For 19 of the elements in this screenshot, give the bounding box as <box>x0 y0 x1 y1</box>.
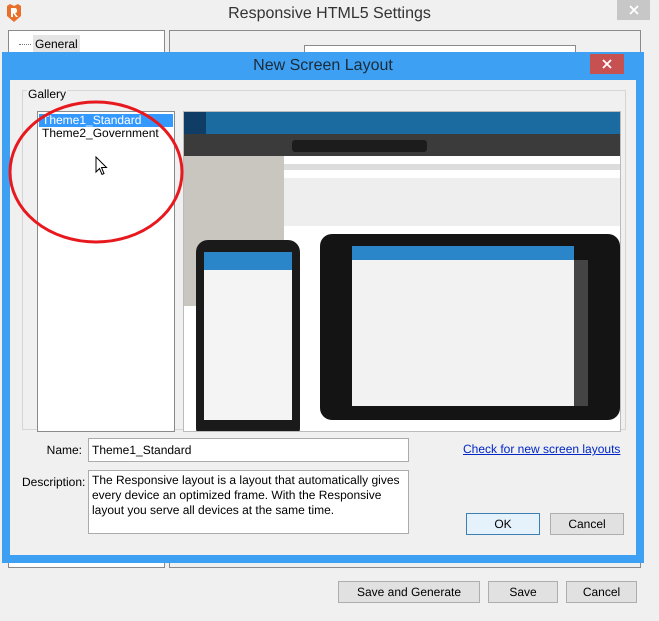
dialog-button[interactable]: OK <box>466 513 540 535</box>
app-logo-icon <box>6 3 22 22</box>
field-label: Name: <box>46 442 83 459</box>
description-field[interactable]: The Responsive layout is a layout that automatically gives every device an optimized frame. With the Responsive layout you serve all devices at the same time. <box>88 470 409 534</box>
field-label: Description: <box>22 474 86 491</box>
close-icon <box>628 5 638 15</box>
tree-item[interactable]: General <box>33 35 80 53</box>
cursor-icon <box>95 156 108 176</box>
window-title: Responsive HTML5 Settings <box>228 4 431 24</box>
footer-button[interactable]: Save and Generate <box>338 581 480 603</box>
footer-button[interactable]: Save <box>488 581 558 603</box>
close-icon <box>602 59 612 69</box>
link[interactable]: Check for new screen layouts <box>463 440 626 458</box>
name-field[interactable]: Theme1_Standard <box>88 438 409 462</box>
close-button[interactable] <box>590 54 624 74</box>
dialog-button[interactable]: Cancel <box>550 513 624 535</box>
footer-button[interactable]: Cancel <box>566 581 637 603</box>
gallery-item[interactable]: Theme2_Government <box>39 127 173 140</box>
dialog-title: New Screen Layout <box>253 56 393 76</box>
